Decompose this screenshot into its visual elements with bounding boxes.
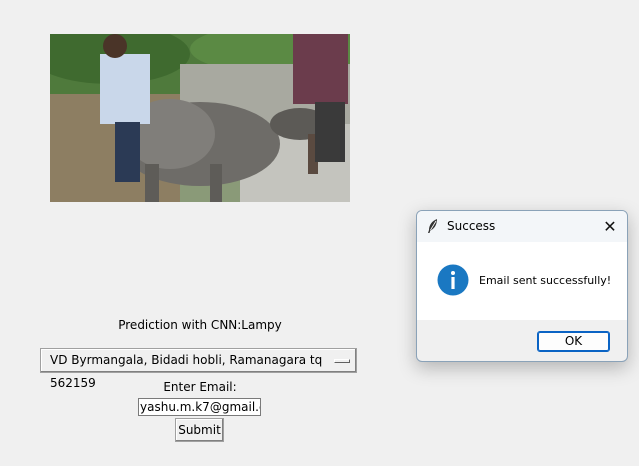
success-dialog: Success ✕ Email sent successfully! OK — [416, 210, 628, 362]
cow-photo — [50, 34, 350, 202]
info-icon — [437, 264, 469, 296]
location-dropdown[interactable]: VD Byrmangala, Bidadi hobli, Ramanagara … — [40, 348, 357, 390]
dialog-message: Email sent successfully! — [479, 274, 612, 287]
feather-icon — [428, 219, 437, 233]
dialog-title: Success — [447, 219, 496, 233]
dialog-body: Email sent successfully! — [417, 242, 627, 320]
close-icon[interactable]: ✕ — [599, 216, 621, 238]
submit-button[interactable]: Submit — [175, 418, 224, 442]
ok-button[interactable]: OK — [537, 331, 610, 352]
dialog-titlebar[interactable]: Success ✕ — [417, 211, 627, 242]
email-field[interactable]: yashu.m.k7@gmail.com — [138, 398, 261, 416]
prediction-label: Prediction with CNN:Lampy — [118, 318, 282, 332]
dropdown-indicator-icon — [334, 359, 350, 363]
email-label: Enter Email: — [163, 380, 237, 394]
